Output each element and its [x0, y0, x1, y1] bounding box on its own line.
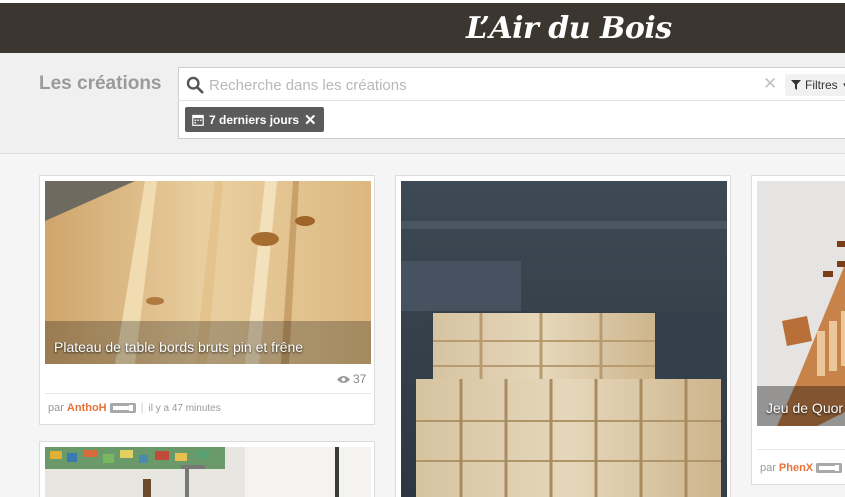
eye-icon	[337, 375, 350, 383]
page-title: Les créations	[39, 73, 162, 94]
active-filter-tag: 7 derniers jours ✕	[185, 107, 324, 132]
by-prefix: par	[48, 402, 64, 414]
creation-card[interactable]: Jeu de Quor par PhenX	[751, 175, 845, 485]
filters-button[interactable]: Filtres ▼	[785, 74, 845, 96]
post-time: il y a 47 minutes	[148, 402, 221, 414]
author-row: par PhenX	[760, 462, 843, 474]
creation-title[interactable]: Plateau de table bords bruts pin et frên…	[54, 339, 303, 355]
author-row: par AnthoH | il y a 47 minutes	[48, 402, 221, 414]
view-count-value: 37	[353, 372, 367, 386]
creation-card[interactable]	[395, 175, 731, 497]
creation-image[interactable]: Plateau de table bords bruts pin et frên…	[45, 181, 371, 364]
filter-icon	[791, 80, 801, 90]
tag-label: 7 derniers jours	[209, 112, 300, 127]
search-input[interactable]	[209, 74, 729, 96]
search-box: ✕ Filtres ▼ 7 derniers jours ✕	[178, 67, 845, 139]
calendar-icon	[192, 114, 204, 126]
by-prefix: par	[760, 462, 776, 474]
site-logo[interactable]: L’Air du Bois	[466, 11, 672, 46]
card-divider	[757, 449, 845, 450]
author-link[interactable]: AnthoH	[67, 402, 107, 414]
creation-card[interactable]: Plateau de table bords bruts pin et frên…	[39, 175, 375, 425]
author-link[interactable]: PhenX	[779, 462, 813, 474]
view-count: 37	[337, 372, 366, 386]
search-row: ✕ Filtres ▼	[179, 68, 845, 101]
card-divider	[45, 393, 371, 394]
saw-badge-icon	[109, 403, 136, 413]
separator: |	[140, 402, 144, 414]
creation-image[interactable]	[401, 181, 727, 497]
creation-card[interactable]	[39, 441, 375, 497]
clear-search-button[interactable]: ✕	[763, 74, 777, 94]
remove-tag-button[interactable]: ✕	[304, 111, 317, 129]
saw-badge-icon	[816, 463, 843, 473]
creation-image[interactable]: Jeu de Quor	[757, 181, 845, 426]
search-toolbar: Les créations ✕ Filtres ▼ 7 derniers jou…	[0, 53, 845, 154]
creation-image[interactable]	[45, 447, 371, 497]
search-icon	[186, 76, 204, 94]
creation-title[interactable]: Jeu de Quor	[766, 400, 843, 416]
top-navbar: L’Air du Bois	[0, 0, 845, 53]
filters-label: Filtres	[805, 78, 838, 92]
